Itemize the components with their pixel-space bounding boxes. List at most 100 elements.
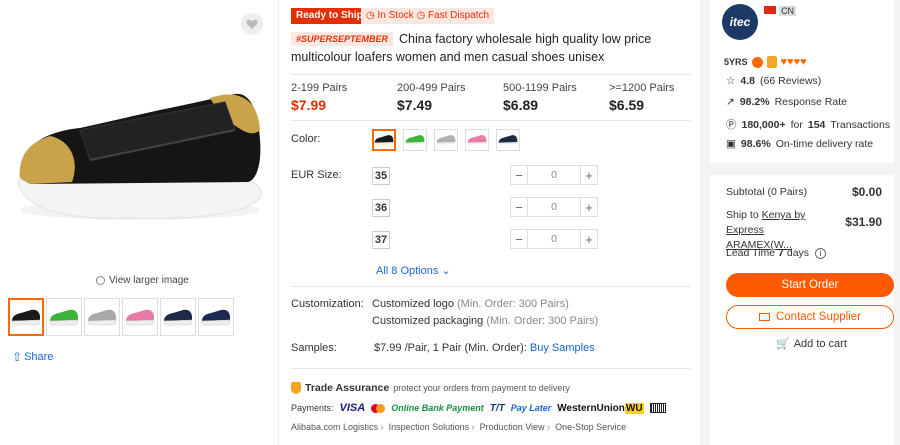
product-title: #SUPERSEPTEMBER China factory wholesale h… <box>291 30 691 66</box>
transactions-amount: 180,000+ <box>741 118 786 131</box>
add-to-cart-button[interactable]: 🛒 Add to cart <box>776 337 847 351</box>
lead-days: 7 <box>778 247 784 259</box>
years-badge: 5YRS <box>724 57 748 67</box>
envelope-icon <box>758 313 770 321</box>
right-panel: itec CN Xiamen Itec Shoes Co., Ltd. 5YRS… <box>700 0 900 445</box>
promo-hashtag[interactable]: #SUPERSEPTEMBER <box>291 32 394 46</box>
country-code: CN <box>779 6 797 16</box>
service-onestop[interactable]: One-Stop Service <box>555 422 626 432</box>
transactions-label: Transactions <box>830 118 891 131</box>
favorite-heart-icon[interactable] <box>241 13 263 35</box>
chevron-down-icon: ⌄ <box>441 265 451 277</box>
tt-icon: T/T <box>489 402 505 414</box>
size-label: EUR Size: <box>291 169 342 181</box>
zoom-icon <box>96 276 105 285</box>
color-swatch-2[interactable] <box>403 129 427 151</box>
quantity-input[interactable]: 0 <box>528 229 580 249</box>
decrement-button[interactable]: − <box>510 197 528 217</box>
service-inspection[interactable]: Inspection Solutions <box>389 422 470 432</box>
rating-row[interactable]: ☆ 4.8 (66 Reviews) <box>726 75 821 87</box>
thumbnail-1[interactable] <box>8 298 44 336</box>
product-gallery: View larger image ⇧ Share <box>0 0 278 445</box>
share-label: Share <box>24 351 54 363</box>
tier-qty: >=1200 Pairs <box>609 82 675 94</box>
all-options-link[interactable]: All 8 Options ⌄ <box>376 264 451 277</box>
visa-icon: VISA <box>339 402 366 414</box>
increment-button[interactable]: + <box>580 229 598 249</box>
thumbnail-3[interactable] <box>84 298 120 336</box>
star-icon: ☆ <box>726 75 736 87</box>
share-button[interactable]: ⇧ Share <box>12 350 53 364</box>
response-rate-label: Response Rate <box>774 96 847 108</box>
buy-samples-link[interactable]: Buy Samples <box>530 342 595 354</box>
color-swatch-3[interactable] <box>434 129 458 151</box>
service-logistics[interactable]: Alibaba.com Logistics <box>291 422 378 432</box>
thumbnail-6[interactable] <box>198 298 234 336</box>
tier-price: $7.99 <box>291 97 327 113</box>
divider <box>291 74 691 75</box>
tier-qty: 2-199 Pairs <box>291 82 348 94</box>
thumbnail-4[interactable] <box>122 298 158 336</box>
subtotal-value: $0.00 <box>851 185 882 199</box>
color-label: Color: <box>291 133 321 145</box>
supplier-name[interactable]: CN Xiamen Itec Shoes Co., Ltd. <box>758 0 898 44</box>
thumbnail-2[interactable] <box>46 298 82 336</box>
color-swatch-4[interactable] <box>465 129 489 151</box>
trend-icon: ↗ <box>726 96 735 108</box>
size-35: 35 <box>372 167 390 185</box>
size-37: 37 <box>372 231 390 249</box>
lead-label: Lead Time <box>726 247 776 259</box>
western-union-text: WesternUnion <box>557 402 625 414</box>
quantity-input[interactable]: 0 <box>528 197 580 217</box>
quantity-input[interactable]: 0 <box>528 165 580 185</box>
quantity-stepper-35: − 0 + <box>510 165 598 185</box>
pay-later-icon: Pay Later <box>510 403 552 413</box>
order-card: Subtotal (0 Pairs) $0.00 Ship to Kenya b… <box>710 175 894 445</box>
trade-assurance-desc: protect your orders from payment to deli… <box>393 383 570 393</box>
ready-to-ship-badge: Ready to Ship <box>291 8 368 24</box>
start-order-label: Start Order <box>781 279 839 291</box>
main-product-image[interactable] <box>10 70 265 230</box>
decrement-button[interactable]: − <box>510 165 528 185</box>
fast-dispatch-label: Fast Dispatch <box>427 10 490 21</box>
view-larger-link[interactable]: View larger image <box>96 275 189 286</box>
transactions-count: 154 <box>807 118 826 131</box>
tier-price: $6.59 <box>609 97 645 113</box>
thumbnail-5[interactable] <box>160 298 196 336</box>
clock-icon: ◷ <box>366 10 378 21</box>
supplier-logo[interactable]: itec <box>722 4 758 40</box>
lead-unit: days <box>786 247 810 259</box>
review-count: (66 Reviews) <box>760 75 822 87</box>
quantity-stepper-36: − 0 + <box>510 197 598 217</box>
service-production[interactable]: Production View <box>480 422 545 432</box>
custom-packaging-min: (Min. Order: 300 Pairs) <box>486 315 599 327</box>
response-row: ↗ 98.2% Response Rate <box>726 96 847 108</box>
contact-supplier-label: Contact Supplier <box>775 311 862 323</box>
rating-value: 4.8 <box>740 75 756 87</box>
quantity-stepper-37: − 0 + <box>510 229 598 249</box>
info-icon[interactable]: i <box>815 247 827 259</box>
trade-assurance-title[interactable]: Trade Assurance <box>305 382 389 394</box>
color-swatch-1[interactable] <box>372 129 396 151</box>
delivery-icon: ▣ <box>726 138 736 150</box>
divider <box>291 368 691 369</box>
customization-label: Customization: <box>291 298 364 310</box>
boleto-icon <box>649 403 666 413</box>
online-bank-icon: Online Bank Payment <box>391 403 484 413</box>
decrement-button[interactable]: − <box>510 229 528 249</box>
ontime-value: 98.6% <box>740 138 771 150</box>
color-swatch-5[interactable] <box>496 129 520 151</box>
thumbnail-strip <box>8 298 234 336</box>
payments-row: Payments: VISA Online Bank Payment T/T P… <box>291 402 666 414</box>
contact-supplier-button[interactable]: Contact Supplier <box>726 305 894 329</box>
transactions-for: for <box>790 118 803 131</box>
share-icon: ⇧ <box>12 350 23 364</box>
increment-button[interactable]: + <box>580 197 598 217</box>
clock-icon-2: ◷ <box>416 10 428 21</box>
tier-qty: 500-1199 Pairs <box>503 82 577 94</box>
increment-button[interactable]: + <box>580 165 598 185</box>
start-order-button[interactable]: Start Order <box>726 273 894 297</box>
samples-label: Samples: <box>291 342 337 354</box>
gold-supplier-icon <box>766 56 777 68</box>
divider <box>291 120 691 121</box>
